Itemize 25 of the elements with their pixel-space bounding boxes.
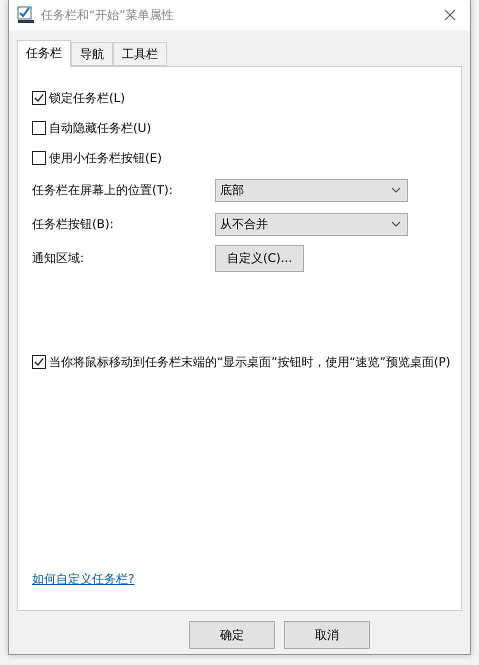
setting-label: 任务栏按钮(B):: [32, 216, 115, 232]
tab[interactable]: 工具栏: [113, 42, 167, 66]
tab[interactable]: 导航: [71, 42, 113, 66]
checkbox-label: 自动隐藏任务栏(U): [49, 120, 152, 136]
checkbox-label: 当你将鼠标移动到任务栏末端的“显示桌面”按钮时，使用“速览”预览桌面(P): [49, 354, 450, 370]
checkbox[interactable]: [32, 121, 46, 135]
tab[interactable]: 任务栏: [17, 40, 71, 67]
close-icon: [444, 8, 456, 20]
setting-label: 任务栏在屏幕上的位置(T):: [32, 182, 174, 198]
customize-button[interactable]: 自定义(C)...: [215, 244, 304, 272]
checkbox[interactable]: [32, 151, 46, 165]
dropdown[interactable]: 从不合并: [215, 212, 408, 236]
chevron-down-icon: [391, 187, 401, 193]
window-title: 任务栏和“开始”菜单属性: [41, 6, 174, 24]
dropdown[interactable]: 底部: [215, 178, 408, 202]
chevron-down-icon: [391, 221, 401, 227]
cancel-button[interactable]: 取消: [284, 621, 370, 649]
checkbox[interactable]: [32, 91, 46, 105]
ok-button[interactable]: 确定: [189, 621, 275, 649]
checkbox-label: 锁定任务栏(L): [49, 90, 126, 106]
checkbox[interactable]: [32, 355, 46, 369]
help-link[interactable]: 如何自定义任务栏?: [32, 572, 134, 586]
checkbox-label: 使用小任务栏按钮(E): [49, 150, 162, 166]
setting-label: 通知区域:: [32, 250, 86, 266]
app-icon: [17, 6, 35, 24]
